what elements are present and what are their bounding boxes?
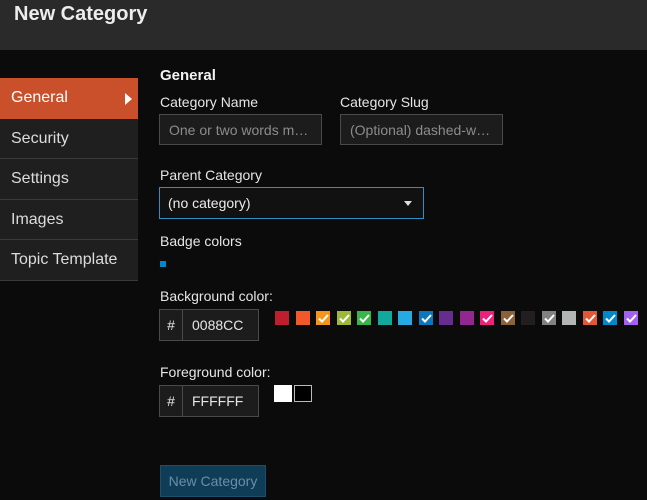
- header-bar: New Category: [0, 0, 647, 50]
- checkmark-icon: [543, 314, 555, 323]
- checkmark-icon: [420, 314, 432, 323]
- background-swatch[interactable]: [458, 310, 475, 326]
- category-nav: General Security Settings Images Topic T…: [0, 78, 138, 281]
- category-slug-label: Category Slug: [340, 94, 429, 110]
- background-swatch[interactable]: [602, 310, 618, 326]
- foreground-swatch-black[interactable]: [294, 385, 312, 402]
- checkmark-icon: [625, 314, 637, 323]
- background-swatch[interactable]: [520, 310, 536, 326]
- background-swatch[interactable]: [438, 310, 454, 326]
- checkmark-icon: [605, 314, 616, 323]
- parent-category-label: Parent Category: [160, 167, 262, 183]
- background-color-label: Background color:: [160, 288, 273, 304]
- section-title: General: [160, 67, 216, 84]
- checkmark-icon: [318, 314, 329, 323]
- nav-item-label: Topic Template: [11, 251, 118, 268]
- background-hex-value: 0088CC: [192, 317, 244, 333]
- nav-item-label: Security: [11, 129, 69, 147]
- parent-category-select[interactable]: (no category): [159, 187, 424, 219]
- background-swatch[interactable]: [315, 310, 331, 326]
- foreground-swatch-white[interactable]: [274, 385, 292, 402]
- hash-prefix: #: [160, 310, 183, 340]
- category-slug-input[interactable]: [340, 114, 503, 145]
- foreground-hex-value: FFFFFF: [192, 393, 244, 409]
- page-title: New Category: [14, 3, 148, 25]
- nav-item-general[interactable]: General: [0, 78, 138, 119]
- checkmark-icon: [338, 314, 350, 323]
- background-hex-field[interactable]: # 0088CC: [159, 309, 259, 341]
- category-name-input[interactable]: [159, 114, 322, 145]
- nav-item-images[interactable]: Images: [0, 199, 138, 240]
- chevron-right-icon: [125, 93, 132, 105]
- nav-item-settings[interactable]: Settings: [0, 159, 138, 200]
- hash-prefix: #: [160, 386, 183, 416]
- background-swatch[interactable]: [417, 310, 434, 326]
- background-swatch[interactable]: [581, 310, 598, 326]
- nav-item-topic-template[interactable]: Topic Template: [0, 240, 138, 281]
- new-category-button[interactable]: New Category: [160, 465, 266, 497]
- checkmark-icon: [359, 314, 370, 323]
- background-swatch[interactable]: [294, 310, 311, 326]
- background-swatch[interactable]: [335, 310, 352, 326]
- foreground-color-label: Foreground color:: [160, 364, 271, 380]
- badge-colors-label: Badge colors: [160, 233, 242, 249]
- category-name-label: Category Name: [160, 94, 259, 110]
- parent-category-value: (no category): [168, 195, 251, 211]
- background-swatch[interactable]: [540, 310, 557, 326]
- caret-down-icon: [404, 201, 412, 206]
- checkmark-icon: [584, 314, 596, 323]
- badge-preview: [160, 261, 166, 267]
- background-swatch[interactable]: [622, 310, 639, 326]
- checkmark-icon: [482, 314, 493, 323]
- background-swatch[interactable]: [376, 310, 393, 326]
- nav-item-label: Settings: [11, 170, 69, 187]
- nav-item-security[interactable]: Security: [0, 118, 138, 159]
- background-swatch[interactable]: [274, 310, 290, 326]
- nav-item-label: Images: [11, 210, 64, 228]
- checkmark-icon: [502, 314, 514, 323]
- background-swatch[interactable]: [356, 310, 372, 326]
- nav-item-label: General: [11, 89, 68, 106]
- foreground-hex-field[interactable]: # FFFFFF: [159, 385, 259, 417]
- background-swatch[interactable]: [561, 310, 577, 326]
- background-swatch[interactable]: [499, 310, 516, 326]
- background-swatch[interactable]: [479, 310, 495, 326]
- background-swatch[interactable]: [397, 310, 413, 326]
